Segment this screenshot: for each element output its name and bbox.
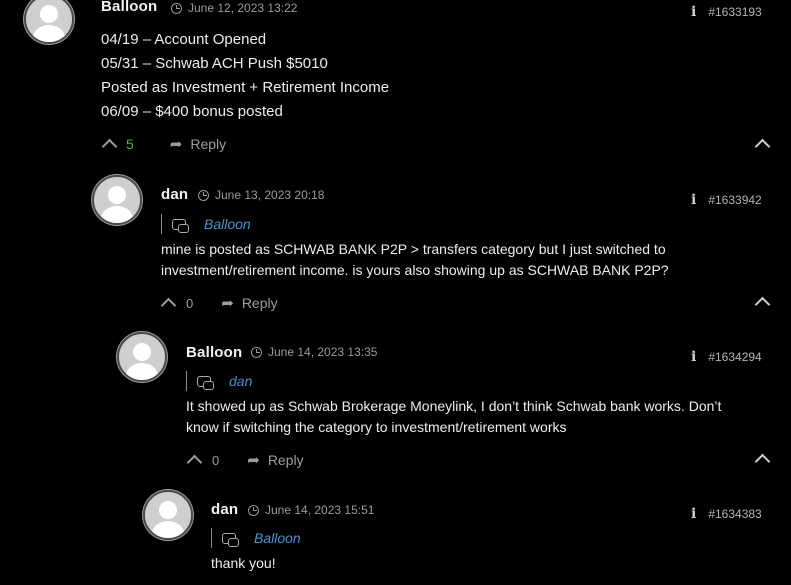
- reply-label: Reply: [190, 136, 227, 152]
- comment-line: thank you!: [211, 555, 276, 571]
- comment-body: mine is posted as SCHWAB BANK P2P > tran…: [161, 239, 669, 281]
- reply-label: Reply: [241, 295, 278, 311]
- clock-icon: [248, 504, 259, 516]
- comment-line: know if switching the category to invest…: [186, 419, 567, 435]
- comment-date-text: June 14, 2023 13:35: [268, 345, 378, 359]
- comment-line: investment/retirement income. is yours a…: [161, 262, 669, 278]
- comment-author[interactable]: Balloon: [101, 0, 157, 15]
- comment-line: Posted as Investment + Retirement Income: [101, 79, 390, 96]
- info-icon[interactable]: i: [691, 192, 696, 208]
- comment-date[interactable]: June 14, 2023 15:51: [248, 503, 374, 517]
- comment-body: It showed up as Schwab Brokerage Moneyli…: [186, 396, 721, 438]
- reply-bubble-icon: [172, 218, 189, 233]
- comment-line: It showed up as Schwab Brokerage Moneyli…: [186, 398, 722, 414]
- info-icon[interactable]: i: [691, 506, 696, 522]
- comment-id[interactable]: i #1633193: [691, 4, 762, 20]
- comment-actions: 0 ➦ Reply: [186, 451, 304, 471]
- comment-date-text: June 12, 2023 13:22: [188, 1, 298, 15]
- comment-id-text: #1634294: [708, 350, 762, 364]
- comment-id[interactable]: i #1633942: [691, 192, 762, 208]
- clock-icon: [251, 346, 262, 358]
- reply-bubble-icon: [222, 532, 239, 547]
- comment-author[interactable]: dan: [211, 501, 238, 518]
- reply-to-author[interactable]: Balloon: [204, 216, 251, 232]
- comment-body: thank you!: [211, 553, 276, 574]
- info-icon[interactable]: i: [691, 4, 696, 20]
- avatar[interactable]: [24, 0, 74, 44]
- collapse-icon[interactable]: [754, 453, 771, 470]
- comment-id[interactable]: i #1634294: [691, 349, 762, 365]
- upvote-icon[interactable]: [186, 454, 203, 471]
- comment-author[interactable]: Balloon: [186, 344, 242, 361]
- info-icon[interactable]: i: [691, 349, 696, 365]
- clock-icon: [171, 2, 182, 14]
- avatar[interactable]: [117, 332, 167, 382]
- reply-button[interactable]: ➦ Reply: [247, 451, 303, 469]
- comment-line: 06/09 – $400 bonus posted: [101, 103, 283, 120]
- collapse-icon[interactable]: [754, 138, 771, 155]
- vote-count: 5: [126, 136, 134, 152]
- reply-arrow-icon: ➦: [221, 295, 234, 312]
- vote-count: 0: [186, 295, 194, 311]
- clock-icon: [198, 189, 209, 201]
- reply-to-author[interactable]: Balloon: [254, 530, 301, 546]
- upvote-icon[interactable]: [160, 297, 177, 314]
- comment-body: 04/19 – Account Opened 05/31 – Schwab AC…: [101, 28, 389, 124]
- comment-date-text: June 13, 2023 20:18: [215, 188, 325, 202]
- comment-author[interactable]: dan: [161, 186, 188, 203]
- avatar[interactable]: [143, 490, 193, 540]
- reply-to-author[interactable]: dan: [229, 373, 252, 389]
- reply-button[interactable]: ➦ Reply: [221, 294, 277, 312]
- reply-label: Reply: [267, 452, 304, 468]
- comment-line: 05/31 – Schwab ACH Push $5010: [101, 55, 328, 72]
- reply-to[interactable]: Balloon: [211, 528, 301, 548]
- comment-date[interactable]: June 13, 2023 20:18: [198, 188, 324, 202]
- avatar[interactable]: [92, 175, 142, 225]
- comment-date-text: June 14, 2023 15:51: [265, 503, 375, 517]
- reply-to[interactable]: Balloon: [161, 214, 251, 234]
- comment-id-text: #1633193: [708, 5, 762, 19]
- reply-arrow-icon: ➦: [247, 452, 260, 469]
- comment-date[interactable]: June 14, 2023 13:35: [251, 345, 377, 359]
- comment-id-text: #1633942: [708, 193, 762, 207]
- comment-actions: 0 ➦ Reply: [160, 294, 278, 314]
- upvote-icon[interactable]: [101, 138, 118, 155]
- comment-date[interactable]: June 12, 2023 13:22: [171, 1, 297, 15]
- reply-arrow-icon: ➦: [169, 136, 183, 153]
- collapse-icon[interactable]: [754, 296, 771, 313]
- reply-button[interactable]: ➦ Reply: [170, 135, 226, 153]
- comment-id-text: #1634383: [708, 507, 762, 521]
- comment-line: mine is posted as SCHWAB BANK P2P > tran…: [161, 241, 666, 257]
- comment-actions: 5 ➦ Reply: [101, 135, 226, 155]
- reply-to[interactable]: dan: [186, 371, 252, 391]
- comment-id[interactable]: i #1634383: [691, 506, 762, 522]
- vote-count: 0: [212, 452, 220, 468]
- reply-bubble-icon: [197, 375, 214, 390]
- comment-line: 04/19 – Account Opened: [101, 31, 267, 48]
